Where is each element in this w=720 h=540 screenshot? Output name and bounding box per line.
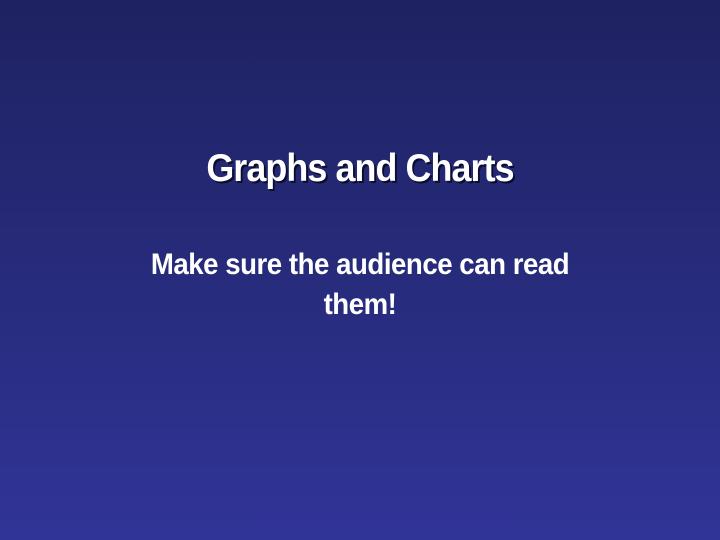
slide-body-text: Make sure the audience can read them! — [150, 248, 570, 321]
slide-title: Graphs and Charts — [206, 147, 514, 190]
slide: Graphs and Charts Make sure the audience… — [0, 0, 720, 540]
